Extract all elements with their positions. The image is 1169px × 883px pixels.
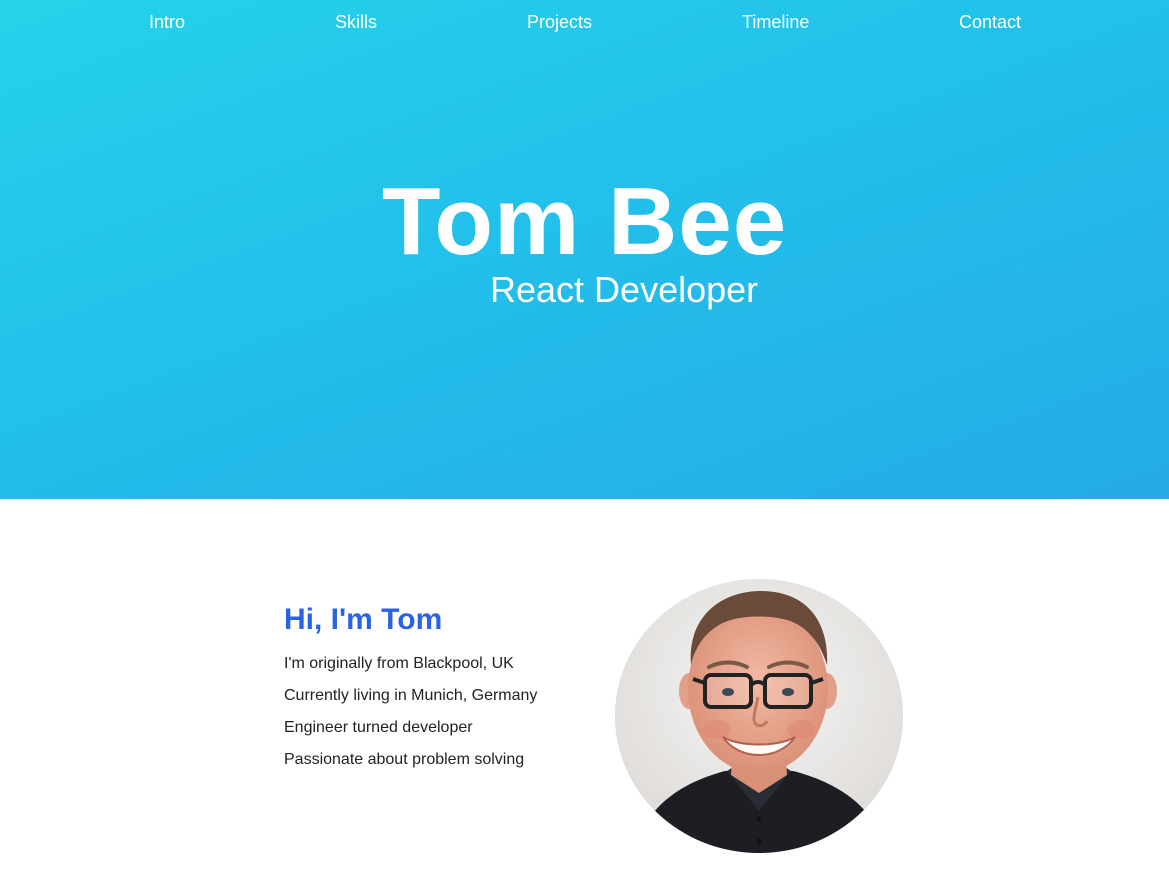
about-fact-passion: Passionate about problem solving (284, 751, 525, 768)
nav-link-intro[interactable]: Intro (149, 12, 185, 32)
nav-link-projects[interactable]: Projects (527, 12, 592, 32)
nav-link-timeline[interactable]: Timeline (742, 12, 809, 32)
nav-link-skills[interactable]: Skills (335, 12, 377, 32)
hero-section: Intro Skills Projects Timeline Contact T… (0, 0, 1169, 499)
hero-name: Tom Bee (381, 168, 788, 275)
profile-photo-illustration (615, 579, 903, 853)
hero-role: React Developer (490, 269, 759, 310)
nav-link-contact[interactable]: Contact (959, 12, 1021, 32)
about-fact-hometown: I'm originally from Blackpool, UK (284, 655, 514, 672)
about-heading: Hi, I'm Tom (284, 603, 443, 636)
about-fact-background: Engineer turned developer (284, 719, 473, 736)
profile-photo (615, 579, 903, 853)
about-fact-location: Currently living in Munich, Germany (284, 687, 538, 704)
